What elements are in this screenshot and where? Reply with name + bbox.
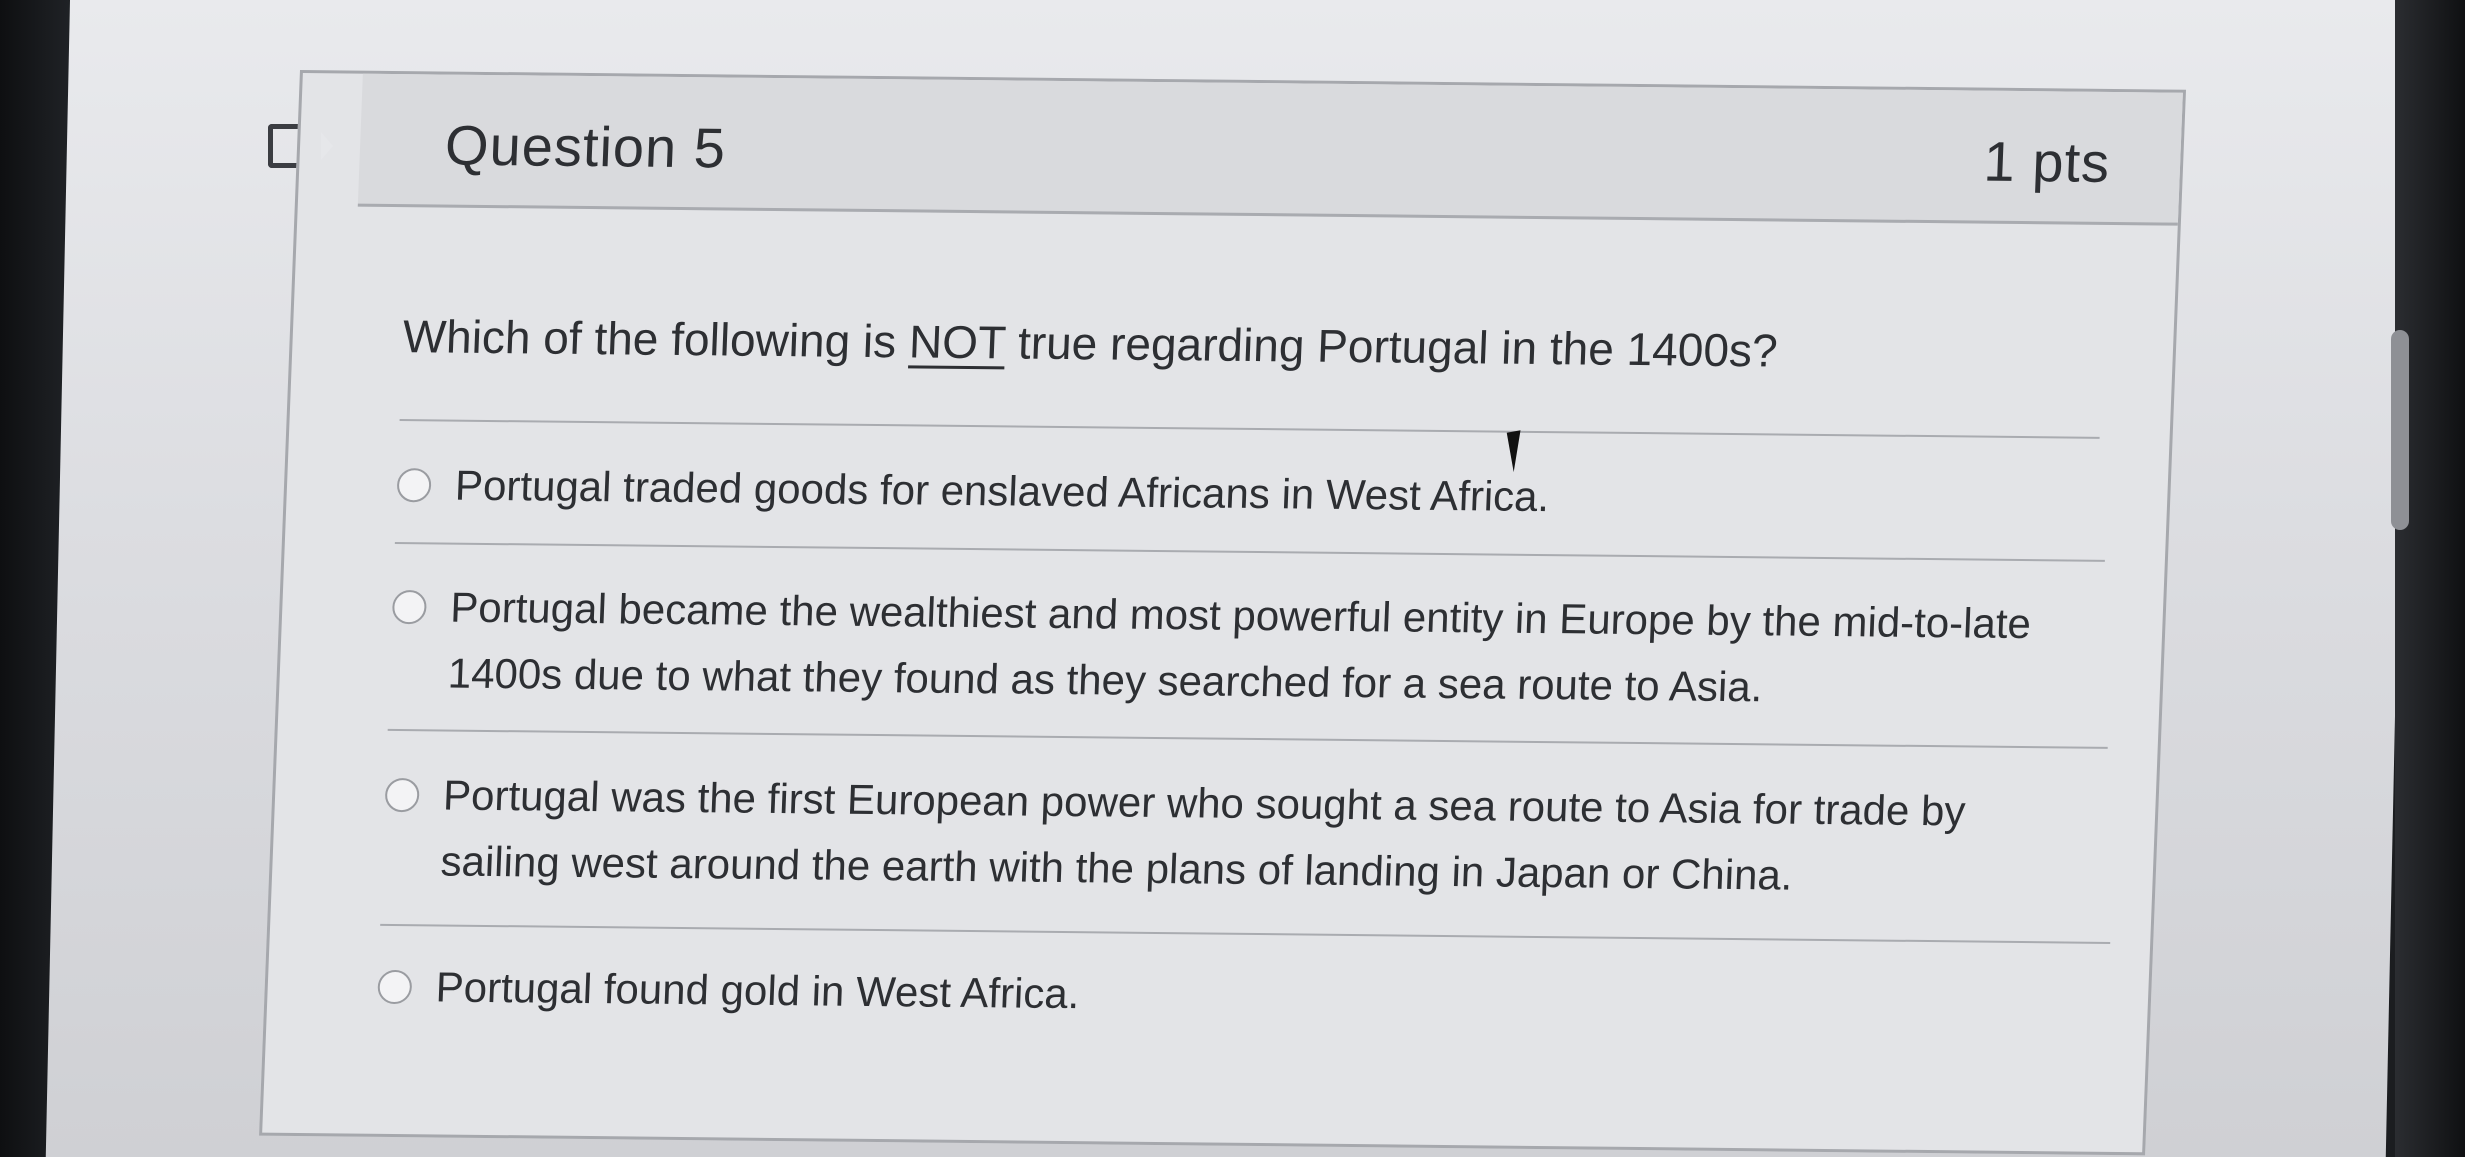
answer-option-1[interactable]: Portugal traded goods for enslaved Afric… (396, 452, 1551, 530)
answer-line: sailing west around the earth with the p… (439, 837, 1794, 899)
question-title: Question 5 (443, 113, 728, 180)
prompt-text-after: true regarding Portugal in the 1400s? (1004, 316, 1779, 377)
question-points: 1 pts (1982, 129, 2112, 194)
question-card: Question 5 1 pts Which of the following … (259, 70, 2187, 1156)
question-prompt: Which of the following is NOT true regar… (402, 309, 1779, 377)
question-header: Question 5 1 pts (357, 73, 2183, 226)
answer-option-2[interactable]: Portugal became the wealthiest and most … (389, 574, 2033, 723)
answer-label: Portugal became the wealthiest and most … (447, 575, 2033, 723)
answer-label: Portugal found gold in West Africa. (434, 963, 1081, 1018)
divider (387, 728, 2108, 749)
radio-button[interactable] (391, 589, 428, 625)
divider (399, 419, 2100, 439)
answer-option-4[interactable]: Portugal found gold in West Africa. (377, 954, 1081, 1027)
divider (380, 923, 2111, 944)
answer-option-3[interactable]: Portugal was the first European power wh… (381, 762, 1966, 910)
prompt-emphasis: NOT (908, 315, 1007, 369)
radio-button[interactable] (377, 969, 413, 1005)
monitor-bezel-right (2395, 0, 2465, 1157)
answer-line: Portugal became the wealthiest and most … (449, 583, 2032, 648)
answer-line: 1400s due to what they found as they sea… (446, 649, 1764, 711)
divider (394, 541, 2105, 562)
scrollbar[interactable] (2391, 330, 2409, 530)
answer-line: Portugal was the first European power wh… (442, 771, 1967, 835)
prompt-text-before: Which of the following is (401, 310, 911, 368)
answer-label: Portugal traded goods for enslaved Afric… (454, 461, 1551, 521)
answer-label: Portugal was the first European power wh… (439, 763, 1967, 911)
radio-button[interactable] (396, 468, 432, 503)
radio-button[interactable] (384, 777, 420, 813)
